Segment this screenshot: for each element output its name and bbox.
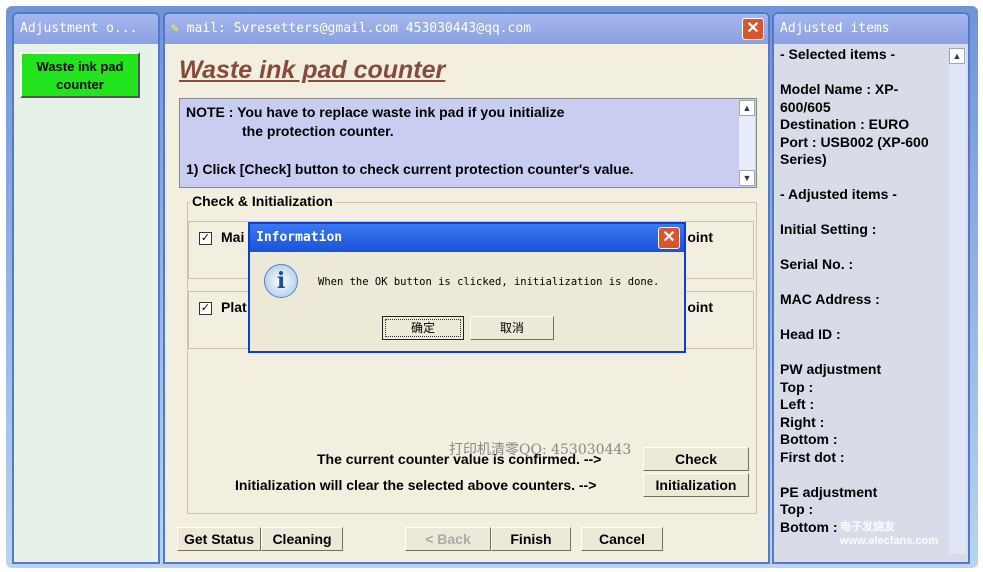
adjusted-item-line: Head ID : [780,326,841,342]
scroll-down-icon: ▼ [739,170,755,186]
adjusted-item-line: Port : USB002 (XP-600 [780,133,929,150]
adjusted-item-line: PW adjustment [780,361,882,377]
adjusted-items-list: - Selected items - Model Name : XP- 600/60… [774,44,968,536]
adjusted-item-line: Initial Setting : [780,221,877,237]
adjusted-item-line [780,239,940,257]
scroll-up-icon: ▲ [949,48,965,64]
init-text: Initialization will clear the selected a… [235,477,597,493]
app-icon: ✎ [171,21,179,36]
get-status-button[interactable]: Get Status [177,527,261,551]
ok-button[interactable]: 确定 [382,316,464,340]
adjusted-item-line: Bottom : [780,431,838,447]
adjusted-item-line: MAC Address : [780,291,880,307]
adjusted-item-line: PE adjustment [780,483,878,500]
close-button[interactable]: ✕ [742,18,764,40]
dialog-message: When the OK button is clicked, initializ… [318,276,660,288]
adjusted-item-line [780,309,940,327]
scroll-up-icon: ▲ [739,100,755,116]
main-window-title: ✎ mail: Svresetters@gmail.com 453030443@… [165,14,768,44]
page-title: Waste ink pad counter [179,56,446,84]
note-box: NOTE : You have to replace waste ink pad… [179,98,757,188]
adjusted-item-line [780,274,940,292]
left-panel: Adjustment o... Waste ink pad counter [12,12,160,564]
info-icon: i [264,264,298,298]
platen-counter-checkbox[interactable]: ✓ [199,302,212,315]
adjusted-item-line [780,64,940,82]
adjusted-item-line: Destination : EURO [780,116,910,132]
check-button[interactable]: Check [643,447,749,471]
adjusted-item-line [780,344,940,362]
adjusted-item-line: Serial No. : [780,256,854,272]
cleaning-button[interactable]: Cleaning [261,527,343,551]
left-panel-title: Adjustment o... [14,14,158,44]
adjusted-item-line: First dot : [780,448,845,465]
adjusted-item-line [780,169,940,187]
waste-ink-pad-counter-button[interactable]: Waste ink pad counter [20,52,140,98]
adjusted-item-line [780,204,940,222]
information-dialog: Information ✕ i When the OK button is cl… [248,222,686,353]
site-watermark-logo: 电子发烧友 www.elecfans.com [840,521,939,547]
adjusted-item-line: Top : [780,378,814,395]
adjusted-item-line: Series) [780,151,827,167]
dialog-cancel-button[interactable]: 取消 [470,316,554,340]
adjusted-items-title: Adjusted items [774,14,968,44]
dialog-close-button[interactable]: ✕ [658,227,680,249]
adjusted-item-line: Top : [780,501,814,517]
adjusted-item-line [780,466,940,484]
adjusted-item-line: Right : [780,413,825,430]
adjusted-item-line: - Adjusted items - [780,186,897,202]
main-counter-checkbox[interactable]: ✓ [199,232,212,245]
back-button[interactable]: < Back [405,527,491,551]
dialog-title: Information [250,224,684,252]
adjusted-items-panel: Adjusted items - Selected items - Model N… [772,12,970,564]
initialization-button[interactable]: Initialization [643,473,749,497]
finish-button[interactable]: Finish [491,527,571,551]
adjusted-item-line: 600/605 [780,98,831,115]
note-scrollbar[interactable]: ▲ ▼ [739,100,755,186]
adjusted-items-scrollbar[interactable]: ▲ [949,48,966,554]
cancel-button[interactable]: Cancel [581,527,663,551]
adjusted-item-line: - Selected items - [780,46,896,62]
confirm-text: The current counter value is confirmed. … [317,451,602,467]
adjusted-item-line: Left : [780,396,815,412]
adjusted-item-line: Model Name : XP- [780,81,899,97]
